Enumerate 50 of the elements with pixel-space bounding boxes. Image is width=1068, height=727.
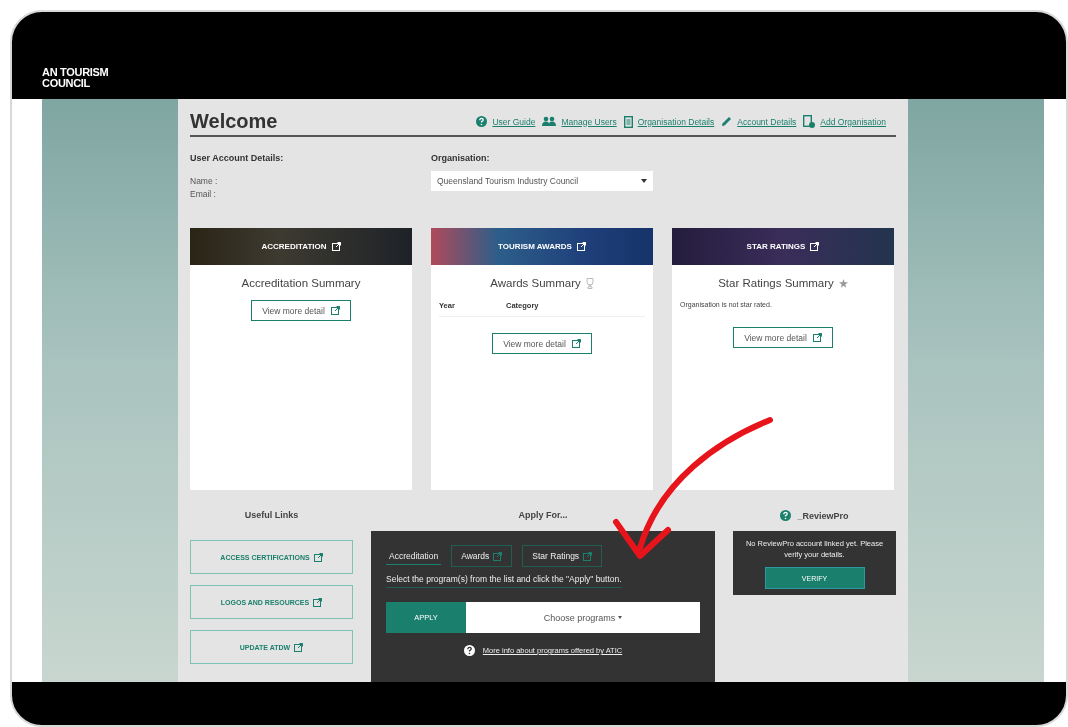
external-link-icon <box>294 642 304 652</box>
external-link-icon <box>810 242 820 251</box>
external-link-icon <box>812 333 822 342</box>
external-link-icon <box>583 551 593 561</box>
program-tab[interactable]: Accreditation <box>386 547 442 565</box>
card-banner[interactable]: STAR RATINGS <box>672 228 894 265</box>
header-link[interactable]: Account Details <box>721 116 797 127</box>
program-tab[interactable]: Star Ratings <box>522 545 603 567</box>
users-icon <box>542 116 557 127</box>
external-link-icon <box>576 242 586 251</box>
view-detail-button[interactable]: View more detail <box>251 300 351 321</box>
external-link-icon <box>313 597 323 607</box>
page-title: Welcome <box>190 110 278 133</box>
external-link-icon <box>330 306 340 315</box>
card-banner[interactable]: TOURISM AWARDS <box>431 228 653 265</box>
section-heading: Apply For... <box>517 510 569 520</box>
document-add-icon <box>803 115 816 128</box>
card-title: Star Ratings Summary <box>718 277 834 289</box>
field-label: Name : <box>190 175 219 188</box>
program-dropdown[interactable]: Choose programs <box>466 602 700 633</box>
section-heading: User Account Details: <box>190 153 285 163</box>
view-detail-button[interactable]: View more detail <box>492 333 592 354</box>
header-link[interactable]: User Guide <box>476 116 536 127</box>
instruction-text: Select the program(s) from the list and click the "Apply" button. <box>386 574 622 588</box>
star-icon <box>838 278 848 288</box>
organisation-dropdown[interactable]: Queensland Tourism Industry Council <box>431 171 653 191</box>
header-link[interactable]: Add Organisation <box>803 115 886 128</box>
card-title: Awards Summary <box>490 277 581 289</box>
header-link[interactable]: Organisation Details <box>623 115 715 128</box>
external-link-icon <box>331 242 341 251</box>
program-tab[interactable]: Awards <box>451 545 513 567</box>
external-link-icon <box>313 552 323 562</box>
view-detail-button[interactable]: View more detail <box>733 327 833 348</box>
external-link-icon <box>571 339 581 348</box>
section-heading: _ReviewPro <box>797 510 849 521</box>
help-icon <box>463 645 475 656</box>
header-link[interactable]: Manage Users <box>542 116 617 127</box>
help-icon <box>780 510 792 521</box>
external-link-icon <box>493 551 503 561</box>
document-icon <box>623 115 633 128</box>
dropdown-caret-icon <box>641 179 647 183</box>
logo: AN TOURISM COUNCIL <box>42 67 109 89</box>
card-banner[interactable]: ACCREDITATION <box>190 228 412 265</box>
field-label: Email : <box>190 188 217 201</box>
help-icon <box>476 116 488 127</box>
pencil-icon <box>721 116 733 127</box>
section-heading: Organisation: <box>431 153 491 163</box>
trophy-icon <box>585 277 594 289</box>
section-heading: Useful Links <box>243 510 300 520</box>
card-title: Accreditation Summary <box>241 277 361 289</box>
